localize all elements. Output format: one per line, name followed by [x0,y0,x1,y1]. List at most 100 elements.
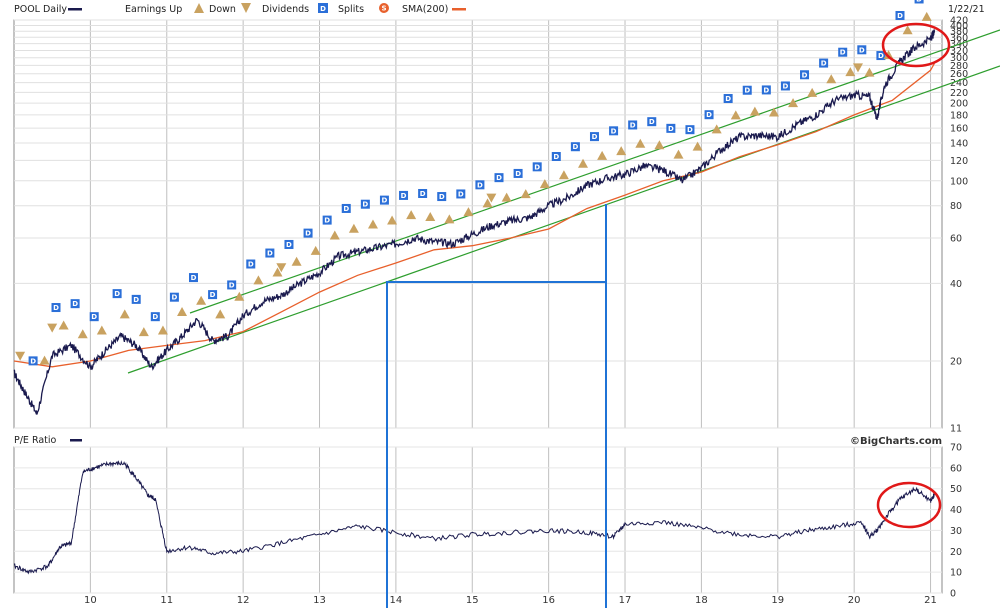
dividend-marker-glyph: D [286,241,292,249]
dividend-marker-glyph: D [821,60,827,68]
pe-y-tick-label: 10 [950,568,962,579]
dividend-marker-glyph: D [401,192,407,200]
dividend-marker-glyph: D [534,163,540,171]
price-y-tick-label: 200 [950,99,968,110]
x-tick-label: 14 [390,595,403,606]
dividend-marker-glyph: D [572,143,578,151]
earnings-down-icon [241,3,251,13]
x-tick-label: 12 [237,595,250,606]
dividend-marker-glyph: D [649,118,655,126]
x-tick-label: 15 [466,595,479,606]
price-y-tick-label: 20 [950,357,962,368]
dividend-marker-glyph: D [783,82,789,90]
chart-date: 1/22/21 [948,4,985,15]
price-y-tick-label: 140 [950,139,968,150]
dividend-marker-glyph: D [878,52,884,60]
pe-y-tick-label: 60 [950,463,962,474]
earnings-up-label: Earnings Up [125,4,182,15]
price-y-tick-label: 60 [950,233,962,244]
price-y-tick-label: 420 [950,16,968,27]
dividend-marker-glyph: D [897,12,903,20]
dividend-marker-glyph: D [420,190,426,198]
price-legend-swatch [68,8,82,11]
dividend-marker-glyph: D [210,291,216,299]
dividend-marker-glyph: D [229,281,235,289]
x-tick-label: 10 [84,595,97,606]
chart-header: POOL Daily Earnings Up Down Dividends D … [14,3,985,15]
dividend-marker-glyph: D [305,230,311,238]
dividend-marker-glyph: D [802,71,808,79]
dividend-marker-glyph: D [248,261,254,269]
dividend-marker-glyph: D [553,153,559,161]
sma-legend-swatch [452,8,466,11]
price-y-tick-label: 160 [950,124,968,135]
dividend-marker-glyph: D [477,181,483,189]
dividend-marker-glyph: D [515,170,521,178]
dividend-icon-glyph: D [320,5,326,13]
dividend-marker-glyph: D [53,304,59,312]
bigcharts-figure: POOL Daily Earnings Up Down Dividends D … [13,0,1000,608]
dividend-marker-glyph: D [191,274,197,282]
price-y-tick-label: 220 [950,88,968,99]
dividend-marker-glyph: D [706,111,712,119]
x-tick-label: 21 [924,595,937,606]
dividend-marker-glyph: D [668,125,674,133]
dividend-marker-glyph: D [744,87,750,95]
price-y-tick-label: 120 [950,156,968,167]
dividend-marker-glyph: D [91,313,97,321]
dividend-marker-glyph: D [916,0,922,3]
dividend-marker-glyph: D [72,300,78,308]
bigcharts-credit: ©BigCharts.com [850,436,942,447]
pe-y-tick-label: 40 [950,505,962,516]
x-tick-label: 19 [771,595,784,606]
dividend-marker-glyph: D [611,127,617,135]
dividend-marker-glyph: D [152,313,158,321]
x-tick-label: 16 [542,595,555,606]
dividend-marker-glyph: D [592,133,598,141]
x-tick-label: 11 [160,595,173,606]
dividend-marker-glyph: D [687,126,693,134]
price-y-tick-label: 180 [950,110,968,121]
dividend-marker-glyph: D [382,197,388,205]
dividend-marker-glyph: D [439,193,445,201]
dividend-marker-glyph: D [267,250,273,258]
splits-label: Splits [338,4,364,15]
earnings-down-label: Down [209,4,236,15]
price-y-tick-label: 100 [950,176,968,187]
dividend-marker-glyph: D [458,190,464,198]
earnings-up-icon [194,3,204,13]
pe-y-tick-label: 20 [950,547,962,558]
dividend-marker-glyph: D [496,174,502,182]
pe-legend-swatch [70,439,82,442]
dividend-marker-glyph: D [343,205,349,213]
split-icon-glyph: S [381,5,386,13]
price-y-tick-label: 80 [950,201,962,212]
dividend-marker-glyph: D [630,121,636,129]
pe-y-tick-label: 0 [950,589,956,600]
dividend-marker-glyph: D [171,294,177,302]
pe-y-tick-label: 30 [950,526,962,537]
earnings-up-marker [921,11,932,21]
dividend-marker-glyph: D [324,217,330,225]
x-tick-label: 20 [848,595,861,606]
symbol-label: POOL Daily [14,4,67,15]
price-y-tick-label: 11 [950,424,962,435]
x-tick-label: 18 [695,595,708,606]
pe-y-tick-label: 50 [950,484,962,495]
pe-y-tick-label: 70 [950,443,962,454]
dividend-marker-glyph: D [725,95,731,103]
dividend-marker-glyph: D [133,296,139,304]
price-y-tick-label: 40 [950,279,962,290]
dividend-marker-glyph: D [114,290,120,298]
x-tick-label: 17 [619,595,632,606]
dividend-marker-glyph: D [840,49,846,57]
sma-label: SMA(200) [402,4,448,15]
x-tick-label: 13 [313,595,326,606]
pe-panel-title: P/E Ratio [14,435,57,446]
dividends-label: Dividends [262,4,309,15]
pe-panel-frame [13,446,943,594]
dividend-marker-glyph: D [30,357,36,365]
dividend-marker-glyph: D [362,201,368,209]
dividend-marker-glyph: D [763,86,769,94]
dividend-marker-glyph: D [859,46,865,54]
